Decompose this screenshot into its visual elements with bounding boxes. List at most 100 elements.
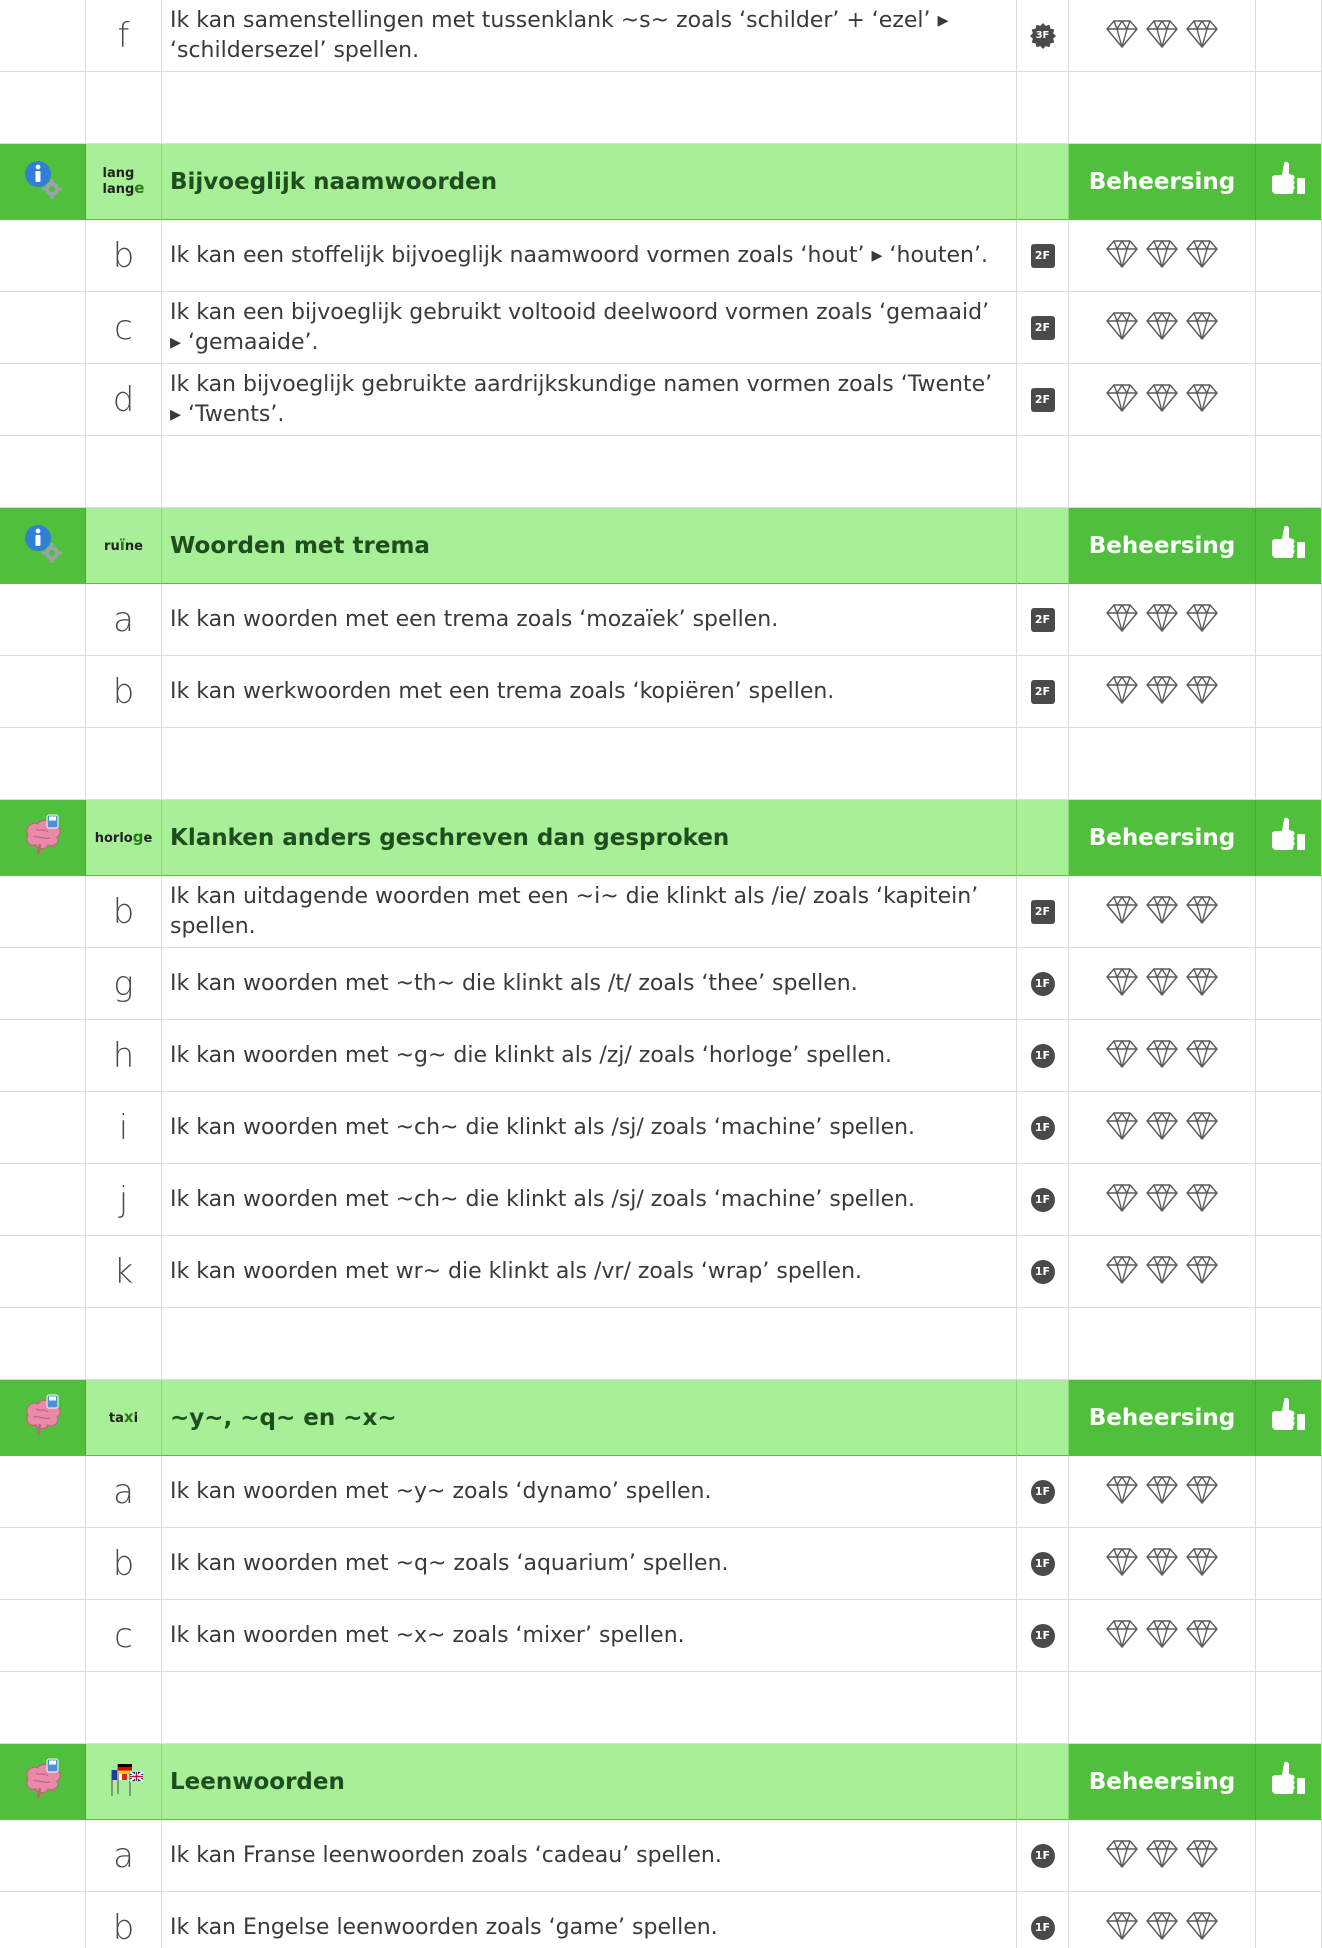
spacer-cell (162, 436, 1017, 508)
diamond-icon[interactable] (1105, 1619, 1139, 1653)
diamond-icon[interactable] (1105, 603, 1139, 637)
diamond-icon[interactable] (1105, 1255, 1139, 1289)
diamond-icon[interactable] (1105, 1475, 1139, 1509)
gem-rating[interactable] (1069, 1236, 1256, 1308)
goal-letter: c (86, 1600, 162, 1672)
brain-icon[interactable] (20, 1393, 66, 1443)
diamond-icon[interactable] (1185, 1475, 1219, 1509)
diamond-icon[interactable] (1105, 19, 1139, 53)
gem-rating[interactable] (1069, 1892, 1256, 1948)
diamond-icon[interactable] (1145, 1183, 1179, 1217)
diamond-icon[interactable] (1105, 1039, 1139, 1073)
diamond-icon[interactable] (1185, 1255, 1219, 1289)
mastery-check[interactable] (1256, 0, 1322, 72)
diamond-icon[interactable] (1105, 1547, 1139, 1581)
diamond-icon[interactable] (1185, 967, 1219, 1001)
diamond-icon[interactable] (1105, 311, 1139, 345)
diamond-icon[interactable] (1105, 1183, 1139, 1217)
diamond-icon[interactable] (1145, 1911, 1179, 1945)
gem-rating[interactable] (1069, 1164, 1256, 1236)
diamond-icon[interactable] (1185, 239, 1219, 273)
gem-rating[interactable] (1069, 1600, 1256, 1672)
diamond-icon[interactable] (1185, 675, 1219, 709)
thumbs-up-icon[interactable] (1267, 1394, 1311, 1442)
diamond-icon[interactable] (1105, 967, 1139, 1001)
diamond-icon[interactable] (1145, 675, 1179, 709)
diamond-icon[interactable] (1145, 1547, 1179, 1581)
diamond-icon[interactable] (1185, 1839, 1219, 1873)
gem-rating[interactable] (1069, 292, 1256, 364)
thumbs-up-icon[interactable] (1267, 158, 1311, 206)
thumbs-up-icon[interactable] (1267, 1758, 1311, 1806)
diamond-icon[interactable] (1105, 1111, 1139, 1145)
diamond-icon[interactable] (1145, 1111, 1179, 1145)
mastery-check[interactable] (1256, 656, 1322, 728)
diamond-icon[interactable] (1105, 383, 1139, 417)
gem-rating[interactable] (1069, 584, 1256, 656)
goal-level: 1F (1017, 1528, 1069, 1600)
gem-rating[interactable] (1069, 656, 1256, 728)
diamond-icon[interactable] (1105, 1839, 1139, 1873)
gem-rating[interactable] (1069, 1820, 1256, 1892)
gem-rating[interactable] (1069, 1456, 1256, 1528)
diamond-icon[interactable] (1145, 311, 1179, 345)
diamond-icon[interactable] (1145, 967, 1179, 1001)
goal-row: b Ik kan Engelse leenwoorden zoals ‘game’… (0, 1892, 1322, 1948)
diamond-icon[interactable] (1105, 895, 1139, 929)
mastery-check[interactable] (1256, 1528, 1322, 1600)
gem-rating[interactable] (1069, 1092, 1256, 1164)
thumbs-up-icon[interactable] (1267, 522, 1311, 570)
diamond-icon[interactable] (1185, 1183, 1219, 1217)
mastery-check[interactable] (1256, 1456, 1322, 1528)
mastery-check[interactable] (1256, 1820, 1322, 1892)
info-gear-icon[interactable] (21, 158, 65, 206)
diamond-icon[interactable] (1185, 19, 1219, 53)
diamond-icon[interactable] (1105, 1911, 1139, 1945)
diamond-icon[interactable] (1145, 895, 1179, 929)
gem-rating[interactable] (1069, 1528, 1256, 1600)
diamond-icon[interactable] (1185, 1619, 1219, 1653)
diamond-icon[interactable] (1145, 1255, 1179, 1289)
mastery-check[interactable] (1256, 584, 1322, 656)
diamond-icon[interactable] (1185, 383, 1219, 417)
diamond-icon[interactable] (1145, 1619, 1179, 1653)
mastery-check[interactable] (1256, 292, 1322, 364)
mastery-check[interactable] (1256, 364, 1322, 436)
mastery-check[interactable] (1256, 1092, 1322, 1164)
diamond-icon[interactable] (1145, 1039, 1179, 1073)
gem-rating[interactable] (1069, 948, 1256, 1020)
diamond-icon[interactable] (1145, 239, 1179, 273)
diamond-icon[interactable] (1185, 1111, 1219, 1145)
mastery-check[interactable] (1256, 948, 1322, 1020)
diamond-icon[interactable] (1105, 239, 1139, 273)
diamond-icon[interactable] (1145, 1839, 1179, 1873)
diamond-icon[interactable] (1185, 1039, 1219, 1073)
diamond-icon[interactable] (1145, 1475, 1179, 1509)
mastery-check[interactable] (1256, 220, 1322, 292)
diamond-icon[interactable] (1185, 603, 1219, 637)
brain-icon[interactable] (20, 813, 66, 863)
spacer-cell (1256, 1308, 1322, 1380)
info-gear-icon[interactable] (21, 522, 65, 570)
mastery-check[interactable] (1256, 1600, 1322, 1672)
mastery-check[interactable] (1256, 876, 1322, 948)
thumbs-up-icon[interactable] (1267, 814, 1311, 862)
gem-rating[interactable] (1069, 0, 1256, 72)
mastery-check[interactable] (1256, 1164, 1322, 1236)
diamond-icon[interactable] (1145, 19, 1179, 53)
diamond-icon[interactable] (1185, 1911, 1219, 1945)
diamond-icon[interactable] (1185, 311, 1219, 345)
diamond-icon[interactable] (1145, 383, 1179, 417)
mastery-check[interactable] (1256, 1236, 1322, 1308)
gem-rating[interactable] (1069, 1020, 1256, 1092)
diamond-icon[interactable] (1105, 675, 1139, 709)
brain-icon[interactable] (20, 1757, 66, 1807)
gem-rating[interactable] (1069, 876, 1256, 948)
mastery-check[interactable] (1256, 1892, 1322, 1948)
gem-rating[interactable] (1069, 364, 1256, 436)
diamond-icon[interactable] (1185, 1547, 1219, 1581)
diamond-icon[interactable] (1145, 603, 1179, 637)
gem-rating[interactable] (1069, 220, 1256, 292)
diamond-icon[interactable] (1185, 895, 1219, 929)
mastery-check[interactable] (1256, 1020, 1322, 1092)
